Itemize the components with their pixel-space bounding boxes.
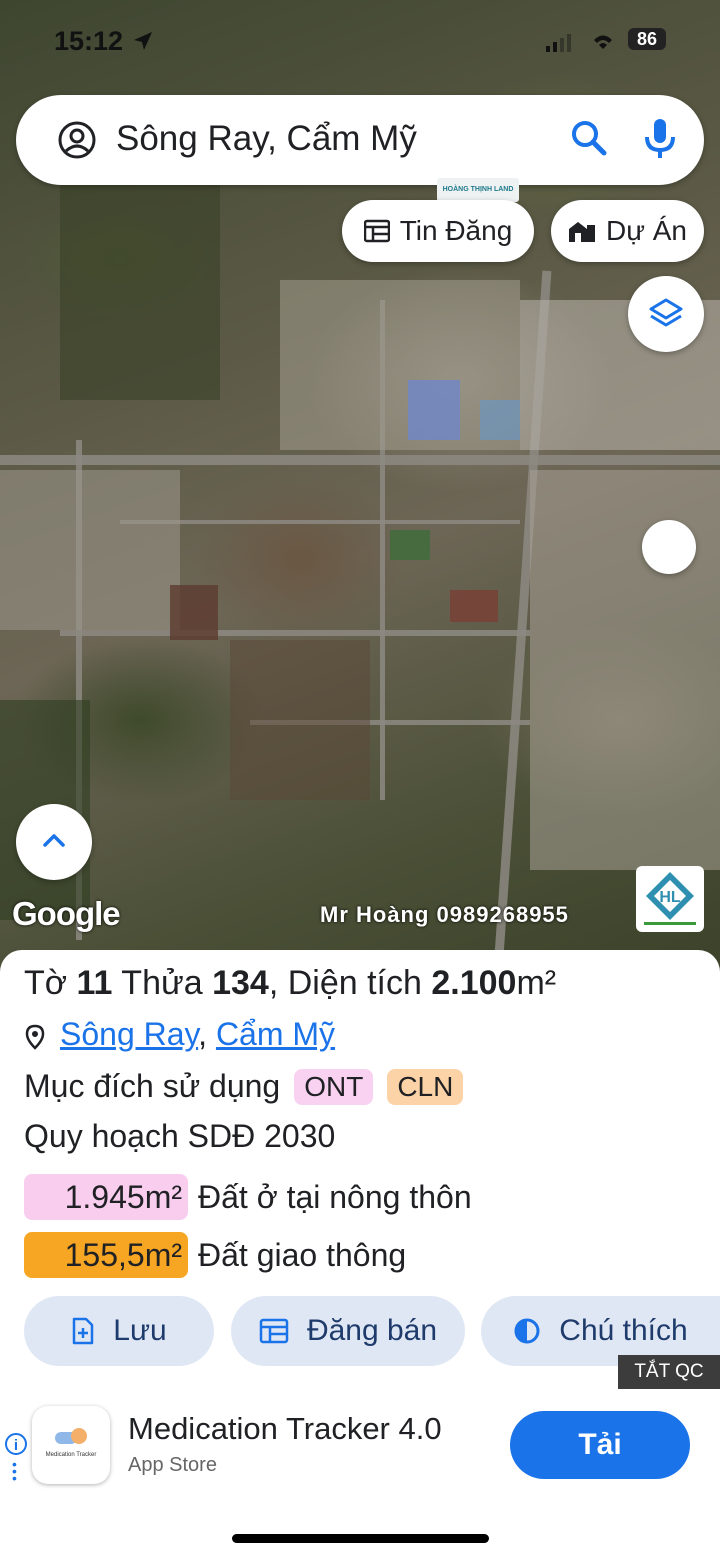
listings-chip[interactable]: Tin Đăng (342, 200, 534, 262)
location-pin-icon (25, 1024, 45, 1050)
map-road (120, 520, 520, 524)
home-indicator[interactable] (232, 1534, 489, 1543)
watermark-brand-text: HOÀNG THỊNH LAND (442, 186, 514, 193)
projects-chip[interactable]: Dự Án (551, 200, 704, 262)
parcel-title-text: Thửa (112, 964, 213, 1002)
account-avatar-icon[interactable] (58, 121, 96, 159)
search-icon[interactable] (570, 119, 608, 157)
ad-app-name: Medication Tracker 4.0 (128, 1411, 442, 1446)
ad-info-icon[interactable]: i (5, 1433, 27, 1455)
add-document-icon (73, 1317, 94, 1345)
parcel-area-unit: m² (516, 964, 557, 1002)
zone-label: Đất ở tại nông thôn (198, 1178, 472, 1215)
save-button[interactable]: Lưu (24, 1296, 214, 1366)
company-logo: HL (636, 866, 704, 932)
wifi-icon (594, 35, 612, 49)
map-road (0, 455, 720, 465)
ad-more-icon[interactable]: • • • (12, 1457, 17, 1485)
layers-icon (649, 298, 683, 327)
company-logo-mark: HL (644, 872, 696, 925)
post-for-sale-button[interactable]: Đăng bán (231, 1296, 465, 1366)
map-side-handle[interactable] (642, 520, 696, 574)
zone-row: 1.945m² Đất ở tại nông thôn (24, 1174, 472, 1220)
search-query-text[interactable]: Sông Ray, Cẩm Mỹ (116, 119, 417, 159)
map-farmland (230, 640, 370, 800)
purpose-label: Mục đích sử dụng (24, 1068, 281, 1104)
download-button[interactable]: Tải (510, 1411, 690, 1479)
zone-area-badge: 1.945m² (24, 1174, 188, 1220)
ad-store-name: App Store (128, 1454, 217, 1476)
parcel-title-text: , Diện tích (268, 964, 432, 1002)
map-road (60, 630, 530, 636)
parcel-plot-number: 134 (212, 964, 269, 1002)
map-red-field (450, 590, 498, 622)
plan-label: Quy hoạch SDĐ 2030 (24, 1118, 336, 1154)
location-arrow-icon (134, 32, 152, 50)
search-bar[interactable]: Sông Ray, Cẩm Mỹ (16, 95, 704, 185)
parcel-area-value: 2.100 (431, 964, 517, 1002)
listing-table-icon (259, 1318, 289, 1344)
contrast-icon (514, 1318, 540, 1344)
status-time: 15:12 (54, 26, 124, 56)
zone-row: 155,5m² Đất giao thông (24, 1232, 406, 1278)
cellular-signal-icon (546, 34, 571, 52)
map-green-field (390, 530, 430, 560)
map-built-area (530, 470, 720, 870)
land-use-purpose: Mục đích sử dụng ONT CLN (24, 1068, 464, 1105)
zone-label: Đất giao thông (198, 1236, 407, 1273)
expand-sheet-button[interactable] (16, 804, 92, 880)
location-separator: , (198, 1016, 208, 1052)
watermark-logo-small: HOÀNG THỊNH LAND (437, 178, 519, 202)
parcel-location: Sông Ray, Cẩm Mỹ (24, 1016, 335, 1053)
parcel-title-text: Tờ (24, 964, 77, 1002)
status-bar: 15:12 86 (0, 26, 720, 60)
purpose-badge-ont: ONT (294, 1068, 374, 1105)
google-attribution: Google (12, 895, 121, 932)
map-blue-roof (408, 380, 460, 440)
layers-button[interactable] (628, 276, 704, 352)
ad-banner[interactable]: i • • • Medication Tracker Medication Trac… (0, 1389, 720, 1501)
close-ad-button[interactable]: TẮT QC (618, 1355, 720, 1389)
contact-watermark: Mr Hoàng 0989268955 (320, 902, 569, 927)
projects-chip-label: Dự Án (606, 215, 687, 246)
map-blue-roof (480, 400, 520, 440)
app-icon: Medication Tracker (32, 1406, 110, 1484)
parcel-sheet-number: 11 (76, 964, 113, 1002)
zone-area-badge: 155,5m² (24, 1232, 188, 1278)
map-built-area (0, 470, 180, 630)
post-for-sale-label: Đăng bán (306, 1314, 438, 1347)
district-link[interactable]: Cẩm Mỹ (216, 1016, 335, 1052)
ward-link[interactable]: Sông Ray (60, 1016, 198, 1052)
parcel-info-sheet: Tờ 11 Thửa 134, Diện tích 2.100m² Sông R… (0, 950, 720, 1390)
map-forest (60, 180, 220, 400)
parcel-title: Tờ 11 Thửa 134, Diện tích 2.100m² (24, 964, 556, 1003)
microphone-icon[interactable] (642, 117, 678, 159)
pill-icon (55, 1428, 87, 1444)
save-button-label: Lưu (113, 1314, 167, 1347)
listings-chip-label: Tin Đăng (399, 215, 513, 246)
purpose-badge-cln: CLN (387, 1068, 464, 1105)
battery-indicator: 86 (628, 28, 666, 50)
listings-icon (363, 219, 390, 243)
legend-button-label: Chú thích (559, 1314, 688, 1347)
app-icon-text: Medication Tracker (45, 1452, 97, 1458)
chevron-up-icon (43, 834, 65, 847)
map-red-field (170, 585, 218, 640)
svg-text:HL: HL (659, 889, 681, 906)
buildings-icon (569, 222, 595, 242)
